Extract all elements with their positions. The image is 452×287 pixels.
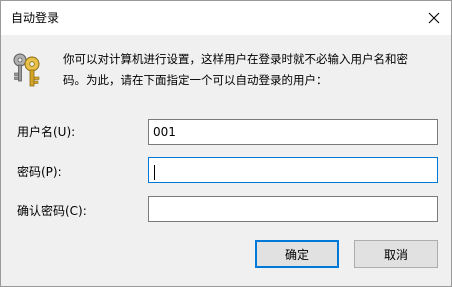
close-icon: [428, 12, 440, 24]
description-line-2: 码。为此，请在下面指定一个可以自动登录的用户：: [63, 73, 328, 87]
close-button[interactable]: [417, 1, 451, 35]
username-input[interactable]: [148, 119, 438, 145]
keys-icon: [13, 53, 40, 87]
title-bar[interactable]: 自动登录: [1, 1, 451, 35]
dialog-content: 你可以对计算机进行设置，这样用户在登录时就不必输入用户名和密 码。为此，请在下面…: [1, 35, 451, 286]
password-input[interactable]: [148, 157, 438, 183]
text-cursor: [154, 165, 155, 180]
description-line-1: 你可以对计算机进行设置，这样用户在登录时就不必输入用户名和密: [63, 52, 408, 66]
cancel-button[interactable]: 取消: [354, 240, 438, 268]
description-text: 你可以对计算机进行设置，这样用户在登录时就不必输入用户名和密 码。为此，请在下面…: [63, 49, 441, 91]
confirm-password-label: 确认密码(C):: [17, 204, 87, 218]
ok-button[interactable]: 确定: [255, 240, 339, 268]
username-label: 用户名(U):: [17, 125, 76, 139]
confirm-password-input[interactable]: [148, 196, 438, 222]
password-label: 密码(P):: [17, 165, 62, 179]
auto-login-dialog: 自动登录 你可以对计算机进行设置，这样用户在登录时就不必输入用户名和密 码。为此…: [0, 0, 452, 287]
window-title: 自动登录: [11, 11, 60, 25]
